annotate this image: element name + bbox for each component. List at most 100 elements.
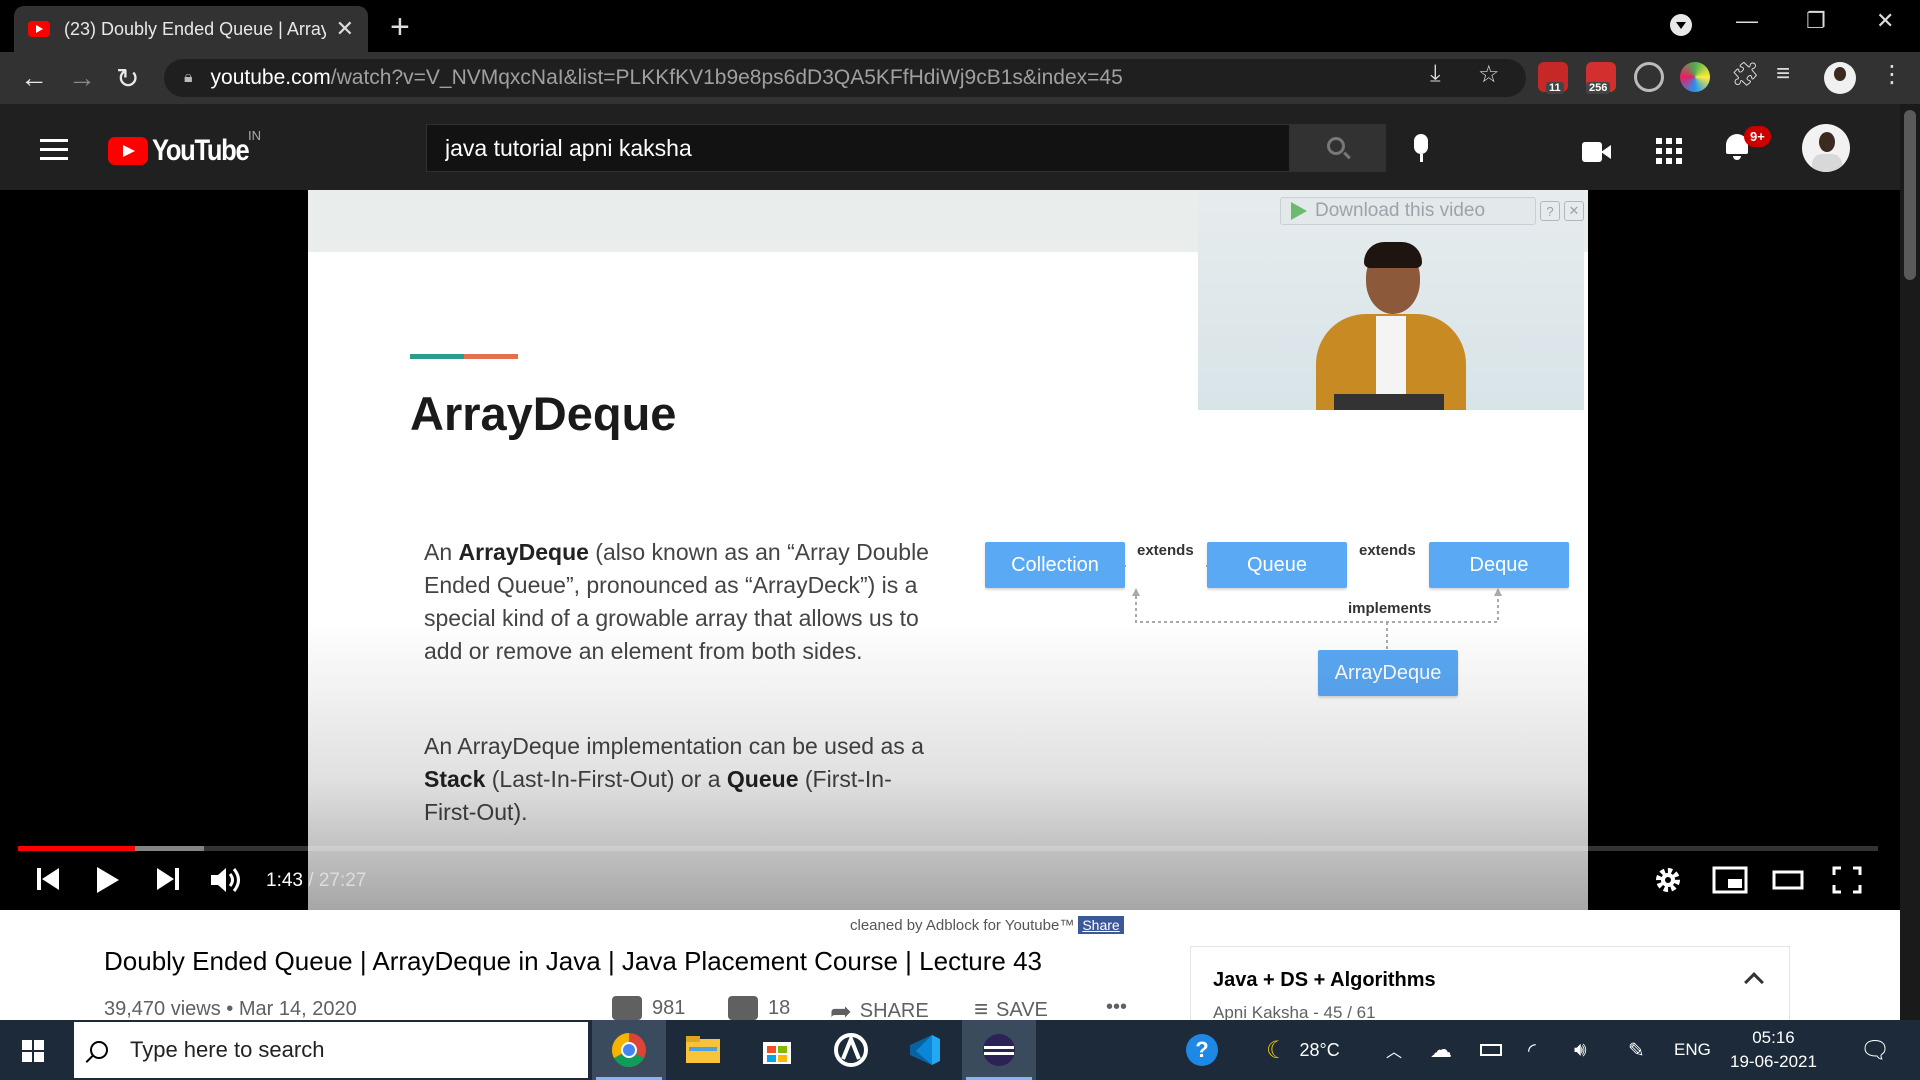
show-hidden-icons-chevron-icon[interactable]: ︿	[1386, 1020, 1402, 1080]
diagram-implements-label: implements	[1348, 600, 1432, 617]
input-language[interactable]: ENG	[1674, 1020, 1711, 1080]
extensions-puzzle-icon[interactable]: 🧩︎	[1730, 60, 1760, 89]
voice-search-mic-icon[interactable]	[1412, 134, 1430, 164]
diagram-collection-box: Collection	[985, 542, 1125, 588]
adblock-credit: cleaned by Adblock for Youtube™ Share	[850, 916, 1124, 934]
apps-grid-icon[interactable]	[1656, 138, 1682, 164]
media-queue-icon[interactable]: ≡	[1776, 60, 1790, 88]
create-video-icon[interactable]	[1582, 142, 1611, 162]
back-icon[interactable]: ←	[20, 62, 48, 94]
new-tab-button[interactable]: +	[390, 8, 410, 47]
like-button[interactable]: 981	[612, 996, 685, 1020]
next-video-icon[interactable]	[156, 866, 180, 892]
taskbar-search-placeholder: Type here to search	[130, 1037, 325, 1062]
taskbar-clock[interactable]: 05:16 19-06-2021	[1730, 1026, 1817, 1074]
theater-mode-icon[interactable]	[1772, 866, 1804, 894]
fullscreen-icon[interactable]	[1832, 866, 1862, 894]
address-bar[interactable]: 🔒︎ youtube.com/watch?v=V_NVMqxcNaI&list=…	[164, 59, 1526, 97]
diagram-extends-label-1: extends	[1137, 542, 1194, 559]
video-progress-bar[interactable]	[18, 846, 1878, 851]
more-actions-button[interactable]: •••	[1106, 996, 1127, 1019]
chrome-profile-avatar[interactable]	[1824, 62, 1856, 94]
browser-toolbar: ← → ↻ 🔒︎ youtube.com/watch?v=V_NVMqxcNaI…	[0, 52, 1920, 104]
taskbar-app-shell[interactable]	[814, 1020, 888, 1080]
dislike-button[interactable]: 18	[728, 996, 790, 1020]
tab-search-icon[interactable]	[1670, 14, 1692, 36]
lock-icon[interactable]: 🔒︎	[184, 69, 193, 87]
watch-metadata: cleaned by Adblock for Youtube™ Share Do…	[0, 910, 1900, 1026]
video-player[interactable]: ArrayDeque An ArrayDeque (also known as …	[0, 190, 1900, 910]
wifi-icon[interactable]: ◜	[1528, 1020, 1536, 1080]
window-close-icon[interactable]: ✕	[1876, 8, 1894, 34]
help-tray-icon[interactable]: ?	[1186, 1020, 1218, 1080]
youtube-play-logo-icon	[108, 137, 148, 165]
clock-time: 05:16	[1752, 1028, 1795, 1047]
volume-icon[interactable]	[210, 866, 244, 894]
windows-taskbar: Type here to search ? ☾ 28°C ︿ ☁ ◜ 🔊︎ ✎ E…	[0, 1020, 1920, 1080]
battery-icon[interactable]	[1480, 1020, 1502, 1080]
onedrive-cloud-icon[interactable]: ☁	[1430, 1020, 1452, 1080]
store-bag-icon	[763, 1042, 791, 1064]
windows-start-icon[interactable]	[22, 1040, 44, 1062]
play-icon[interactable]	[94, 866, 120, 894]
download-close-button[interactable]: ✕	[1564, 201, 1584, 221]
diagram-queue-box: Queue	[1207, 542, 1347, 588]
reload-icon[interactable]: ↻	[116, 62, 139, 95]
youtube-favicon-icon	[28, 21, 50, 37]
download-help-button[interactable]: ?	[1540, 201, 1560, 221]
url-host: youtube.com	[210, 66, 331, 89]
scrollbar-thumb[interactable]	[1904, 110, 1916, 280]
forward-icon[interactable]: →	[68, 62, 96, 94]
search-button[interactable]	[1290, 124, 1386, 172]
speaker-volume-icon[interactable]: 🔊︎	[1574, 1020, 1587, 1080]
browser-tab-active[interactable]: (23) Doubly Ended Queue | ArrayDeque in …	[14, 6, 368, 52]
bookmark-star-icon[interactable]: ☆	[1478, 60, 1500, 89]
youtube-header: YouTube IN	[0, 104, 1900, 190]
previous-video-icon[interactable]	[36, 866, 60, 892]
taskbar-file-explorer[interactable]	[666, 1020, 740, 1080]
taskbar-eclipse[interactable]	[962, 1020, 1036, 1080]
diagram-extends-label-2: extends	[1359, 542, 1416, 559]
weather-tray[interactable]: ☾ 28°C	[1266, 1020, 1340, 1080]
diagram-deque-box: Deque	[1429, 542, 1569, 588]
cloud-extension-icon[interactable]	[1634, 62, 1664, 92]
moon-weather-icon: ☾	[1266, 1036, 1288, 1064]
account-avatar[interactable]	[1802, 124, 1850, 172]
shell-app-icon	[834, 1033, 868, 1067]
weather-temp: 28°C	[1299, 1039, 1340, 1060]
taskbar-search-box[interactable]: Type here to search	[74, 1022, 588, 1078]
action-center-icon[interactable]: 🗨︎	[1860, 1020, 1890, 1080]
tab-title: (23) Doubly Ended Queue | ArrayDeque in …	[64, 18, 326, 39]
color-extension-icon[interactable]	[1680, 62, 1710, 92]
ext-badge-adblock: 11	[1546, 82, 1564, 94]
taskbar-vscode[interactable]	[888, 1020, 962, 1080]
install-app-icon[interactable]: ⤓	[1430, 60, 1441, 88]
menu-hamburger-icon[interactable]	[40, 139, 68, 166]
playlist-panel[interactable]: Java + DS + Algorithms Apni Kaksha - 45 …	[1190, 946, 1790, 1026]
search-input[interactable]	[445, 134, 1289, 162]
restore-icon[interactable]: ❐	[1806, 8, 1826, 34]
youtube-logo[interactable]: YouTube IN	[108, 128, 265, 168]
pen-workspace-icon[interactable]: ✎	[1628, 1020, 1645, 1080]
download-video-button[interactable]: Download this video	[1280, 197, 1536, 225]
miniplayer-icon[interactable]	[1712, 866, 1748, 894]
chrome-menu-icon[interactable]: ⋮	[1880, 60, 1904, 89]
browser-tab-strip: (23) Doubly Ended Queue | ArrayDeque in …	[0, 0, 1920, 52]
search-box[interactable]	[426, 124, 1290, 172]
taskbar-search-icon	[90, 1041, 108, 1059]
taskbar-chrome[interactable]	[592, 1020, 666, 1080]
settings-gear-icon[interactable]	[1654, 866, 1682, 894]
collapse-chevron-up-icon[interactable]	[1744, 972, 1764, 992]
tab-close-icon[interactable]: ✕	[336, 16, 354, 42]
thumbs-down-icon	[728, 996, 758, 1020]
video-views-date: 39,470 views • Mar 14, 2020	[104, 998, 357, 1020]
thumbs-up-icon	[612, 996, 642, 1020]
adblock-share-link[interactable]: Share	[1078, 916, 1124, 934]
notification-count-badge: 9+	[1744, 126, 1771, 147]
youtube-wordmark: YouTube	[152, 134, 250, 167]
page-scrollbar[interactable]	[1900, 104, 1920, 1020]
chrome-app-icon	[612, 1033, 646, 1067]
taskbar-store[interactable]	[740, 1020, 814, 1080]
progress-played	[18, 846, 135, 851]
minimize-icon[interactable]: —	[1736, 8, 1758, 34]
